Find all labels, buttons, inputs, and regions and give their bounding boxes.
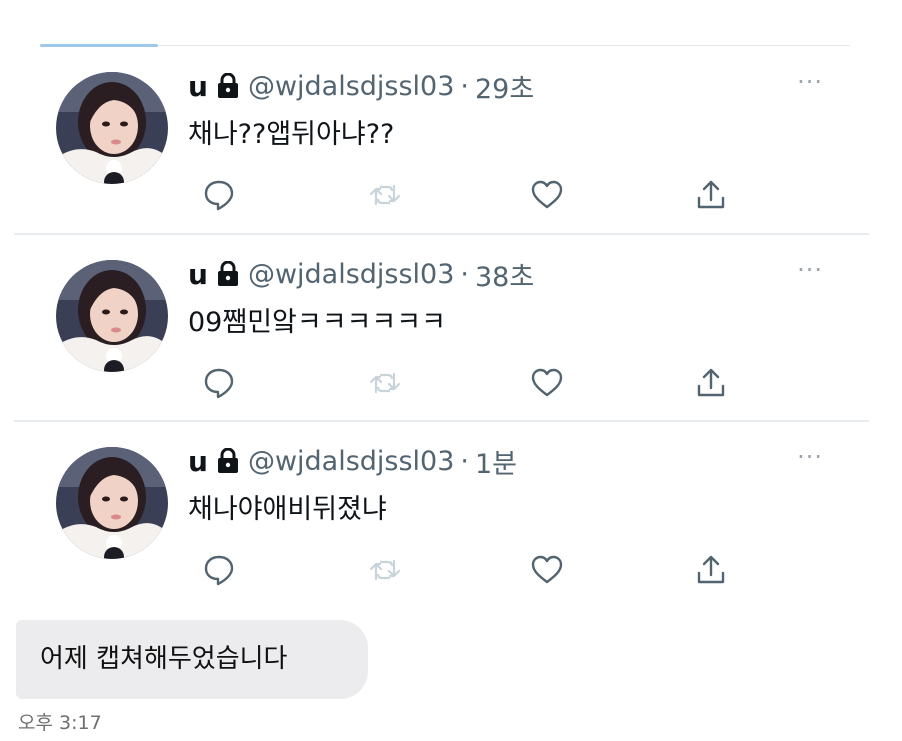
message-timestamp: 오후 3:17 (18, 712, 102, 734)
display-name[interactable]: u (188, 70, 208, 103)
tweet-actions (188, 178, 748, 218)
tweet[interactable]: u @wjdalsdjssl03 · 29초 ··· 채나??앱뒤아냐?? (14, 46, 869, 232)
tweet-text: 채나??앱뒤아냐?? (188, 119, 395, 150)
separator: · (460, 258, 469, 290)
display-name[interactable]: u (188, 258, 208, 291)
user-handle[interactable]: @wjdalsdjssl03 (248, 259, 454, 290)
separator: · (460, 70, 469, 102)
heart-icon[interactable] (530, 178, 564, 212)
lock-icon (216, 447, 240, 474)
reply-icon[interactable] (202, 553, 236, 587)
tweet-header: u @wjdalsdjssl03 · 38초 (188, 254, 534, 294)
avatar[interactable] (56, 447, 168, 559)
more-icon[interactable]: ··· (797, 445, 823, 469)
timestamp[interactable]: 1분 (475, 442, 517, 481)
tweet[interactable]: u @wjdalsdjssl03 · 38초 ··· 09쨈민앜ㅋㅋㅋㅋㅋㅋ (14, 234, 869, 420)
tweet-actions (188, 366, 748, 406)
reply-icon[interactable] (202, 366, 236, 400)
share-icon[interactable] (694, 553, 728, 587)
heart-icon[interactable] (530, 553, 564, 587)
lock-icon (216, 72, 240, 99)
display-name[interactable]: u (188, 445, 208, 478)
retweet-icon[interactable] (368, 553, 402, 587)
retweet-icon[interactable] (368, 366, 402, 400)
tweet-header: u @wjdalsdjssl03 · 29초 (188, 66, 534, 106)
reply-icon[interactable] (202, 178, 236, 212)
tweet-text: 09쨈민앜ㅋㅋㅋㅋㅋㅋ (188, 307, 446, 338)
heart-icon[interactable] (530, 366, 564, 400)
lock-icon (216, 260, 240, 287)
tweet-text: 채나야애비뒤졌냐 (188, 494, 387, 525)
timestamp[interactable]: 38초 (475, 255, 534, 294)
retweet-icon[interactable] (368, 178, 402, 212)
share-icon[interactable] (694, 178, 728, 212)
separator: · (460, 445, 469, 477)
message-text: 어제 캡쳐해두었습니다 (40, 644, 288, 674)
tweet[interactable]: u @wjdalsdjssl03 · 1분 ··· 채나야애비뒤졌냐 (14, 421, 869, 607)
message-bubble[interactable]: 어제 캡쳐해두었습니다 (16, 620, 368, 699)
avatar[interactable] (56, 72, 168, 184)
timestamp[interactable]: 29초 (475, 67, 534, 106)
user-handle[interactable]: @wjdalsdjssl03 (248, 446, 454, 477)
share-icon[interactable] (694, 366, 728, 400)
user-handle[interactable]: @wjdalsdjssl03 (248, 71, 454, 102)
more-icon[interactable]: ··· (797, 258, 823, 282)
avatar[interactable] (56, 260, 168, 372)
tweet-header: u @wjdalsdjssl03 · 1분 (188, 441, 517, 481)
tweet-actions (188, 553, 748, 593)
more-icon[interactable]: ··· (797, 70, 823, 94)
